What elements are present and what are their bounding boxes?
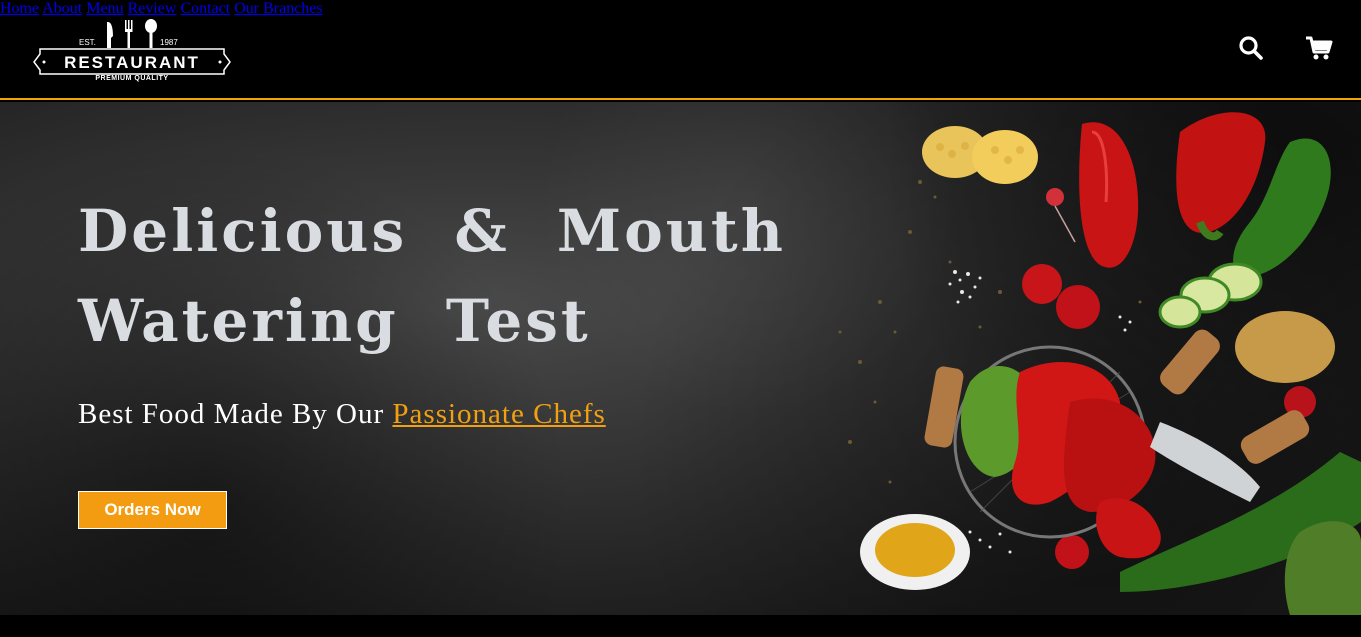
site-header: EST. 1987 RESTAURANT PREMIUM QUALITY Hom… [0, 0, 1361, 100]
food-ingredients-image [838, 112, 1361, 615]
cart-icon[interactable] [1305, 34, 1333, 62]
search-icon[interactable] [1237, 34, 1265, 62]
restaurant-logo[interactable]: EST. 1987 RESTAURANT PREMIUM QUALITY [32, 18, 232, 84]
hero-banner: Delicious & Mouth Watering Test Best Foo… [0, 102, 1361, 615]
logo-est-text: EST. [79, 38, 96, 47]
logo-graphic: EST. 1987 RESTAURANT PREMIUM QUALITY [33, 19, 231, 82]
bottom-bar [0, 615, 1361, 637]
orders-now-button[interactable]: Orders Now [78, 491, 227, 529]
nav-menu[interactable]: Menu [86, 0, 123, 17]
nav-our-branches[interactable]: Our Branches [234, 0, 322, 17]
nav-contact[interactable]: Contact [180, 0, 230, 17]
hero-title-line1: Delicious & Mouth [78, 197, 786, 265]
logo-tagline-text: PREMIUM QUALITY [95, 75, 168, 82]
hero-title-line2: Watering Test [78, 287, 591, 355]
logo-year-text: 1987 [160, 38, 178, 47]
nav-home[interactable]: Home [0, 0, 39, 17]
nav-review[interactable]: Review [128, 0, 177, 17]
hero-title: Delicious & Mouth Watering Test [78, 186, 786, 366]
logo-name-text: RESTAURANT [64, 53, 200, 72]
passionate-chefs-link[interactable]: Passionate Chefs [392, 398, 605, 430]
nav-about[interactable]: About [42, 0, 82, 17]
hero-subtitle-prefix: Best Food Made By Our [78, 398, 393, 430]
hero-subtitle: Best Food Made By Our Passionate Chefs [78, 398, 606, 431]
